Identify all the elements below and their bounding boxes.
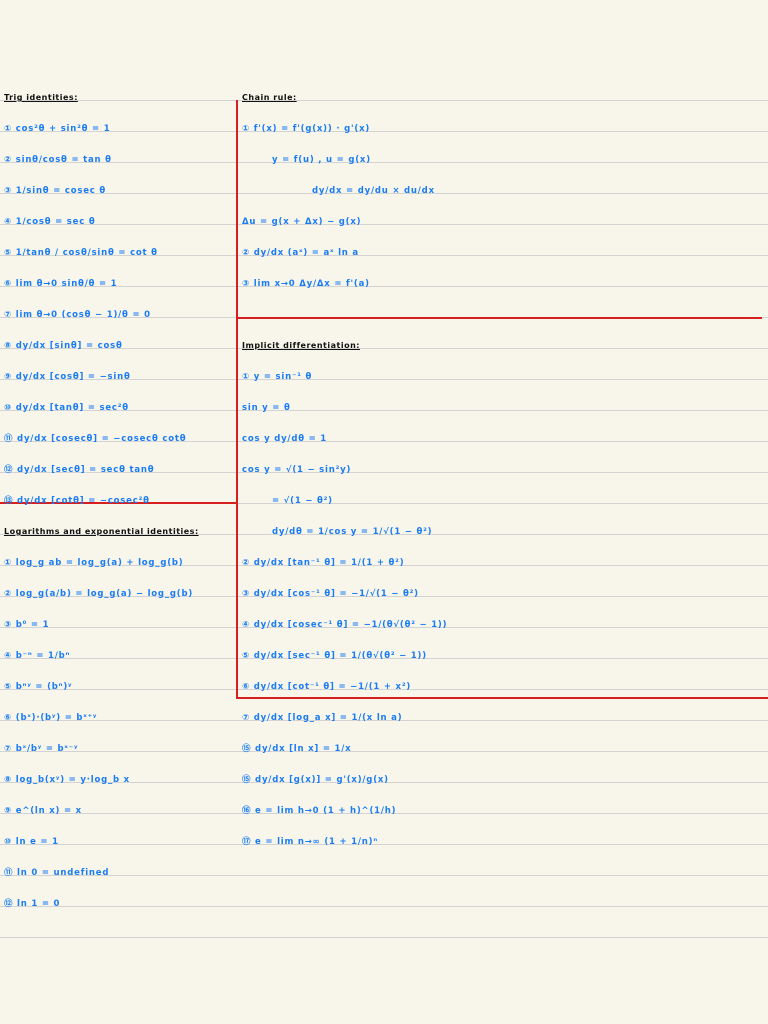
equation-line: ⑤ bⁿʸ = (bⁿ)ʸ xyxy=(4,682,73,692)
equation-line: ⑦ lim θ→0 (cosθ − 1)/θ = 0 xyxy=(4,310,151,320)
margin-line-vertical xyxy=(236,100,238,699)
section-heading: Trig identities: xyxy=(4,93,78,102)
equation-line: ⑯ e = lim h→0 (1 + h)^(1/h) xyxy=(242,806,397,816)
equation-line: ⑬ dy/dx [cotθ] = −cosec²θ xyxy=(4,496,150,506)
equation-line: ⑤ 1/tanθ / cosθ/sinθ = cot θ xyxy=(4,248,158,258)
equation-line: ⑧ log_b(xʸ) = y·log_b x xyxy=(4,775,130,785)
equation-line: ⑮ dy/dx [ln x] = 1/x xyxy=(242,744,352,754)
equation-line: = √(1 − θ²) xyxy=(272,496,333,506)
equation-line: ② dy/dx [tan⁻¹ θ] = 1/(1 + θ²) xyxy=(242,558,405,568)
equation-line: ③ 1/sinθ = cosec θ xyxy=(4,186,107,196)
equation-line: ⑰ e = lim n→∞ (1 + 1/n)ⁿ xyxy=(242,837,378,847)
equation-line: ③ b⁰ = 1 xyxy=(4,620,50,630)
equation-line: ⑥ lim θ→0 sinθ/θ = 1 xyxy=(4,279,118,289)
equation-line: ⑪ dy/dx [cosecθ] = −cosecθ cotθ xyxy=(4,434,187,444)
equation-line: ⑮ dy/dx [g(x)] = g'(x)/g(x) xyxy=(242,775,389,785)
equation-line: cos y = √(1 − sin²y) xyxy=(242,465,352,475)
equation-line: ③ dy/dx [cos⁻¹ θ] = −1/√(1 − θ²) xyxy=(242,589,419,599)
equation-line: ⑪ ln 0 = undefined xyxy=(4,868,110,878)
equation-line: ② log_g(a/b) = log_g(a) − log_g(b) xyxy=(4,589,194,599)
equation-line: ⑥ dy/dx [cot⁻¹ θ] = −1/(1 + x²) xyxy=(242,682,412,692)
equation-line: ④ 1/cosθ = sec θ xyxy=(4,217,96,227)
equation-line: cos y dy/dθ = 1 xyxy=(242,434,328,444)
equation-line: y = f(u) , u = g(x) xyxy=(272,155,371,165)
equation-line: dy/dx = dy/du × du/dx xyxy=(312,186,435,196)
section-heading: Implicit differentiation: xyxy=(242,341,360,350)
equation-line: ⑧ dy/dx [sinθ] = cosθ xyxy=(4,341,123,351)
equation-line: ① cos²θ + sin²θ = 1 xyxy=(4,124,111,134)
equation-line: ⑦ dy/dx [log_a x] = 1/(x ln a) xyxy=(242,713,403,723)
equation-line: dy/dθ = 1/cos y = 1/√(1 − θ²) xyxy=(272,527,433,537)
ruled-line xyxy=(0,937,768,938)
equation-line: ② dy/dx (aˣ) = aˣ ln a xyxy=(242,248,359,258)
right-column: Chain rule: ① f'(x) = f'(g(x)) · g'(x) y =… xyxy=(242,86,762,861)
equation-line: ⑫ ln 1 = 0 xyxy=(4,899,61,909)
section-heading: Chain rule: xyxy=(242,93,297,102)
equation-line: sin y = θ xyxy=(242,403,291,413)
equation-line: ⑨ e^(ln x) = x xyxy=(4,806,82,816)
equation-line: ⑫ dy/dx [secθ] = secθ tanθ xyxy=(4,465,155,475)
section-heading: Logarithms and exponential identities: xyxy=(4,527,199,536)
equation-line: ④ b⁻ⁿ = 1/bⁿ xyxy=(4,651,71,661)
equation-line: ① y = sin⁻¹ θ xyxy=(242,372,313,382)
equation-line: ⑦ bˣ/bʸ = bˣ⁻ʸ xyxy=(4,744,79,754)
equation-line: ⑥ (bˣ)·(bʸ) = bˣ⁺ʸ xyxy=(4,713,98,723)
equation-line: ⑨ dy/dx [cosθ] = −sinθ xyxy=(4,372,131,382)
equation-line: ④ dy/dx [cosec⁻¹ θ] = −1/(θ√(θ² − 1)) xyxy=(242,620,448,630)
equation-line: ⑤ dy/dx [sec⁻¹ θ] = 1/(θ√(θ² − 1)) xyxy=(242,651,427,661)
equation-line: ① f'(x) = f'(g(x)) · g'(x) xyxy=(242,124,371,134)
equation-line: ⑩ dy/dx [tanθ] = sec²θ xyxy=(4,403,129,413)
equation-line: ⑩ ln e = 1 xyxy=(4,837,59,847)
equation-line: ③ lim x→0 Δy/Δx = f'(a) xyxy=(242,279,370,289)
equation-line: Δu = g(x + Δx) − g(x) xyxy=(242,217,362,227)
left-column: Trig identities: ① cos²θ + sin²θ = 1 ② sin… xyxy=(4,86,234,923)
equation-line: ① log_g ab = log_g(a) + log_g(b) xyxy=(4,558,184,568)
equation-line: ② sinθ/cosθ = tan θ xyxy=(4,155,112,165)
